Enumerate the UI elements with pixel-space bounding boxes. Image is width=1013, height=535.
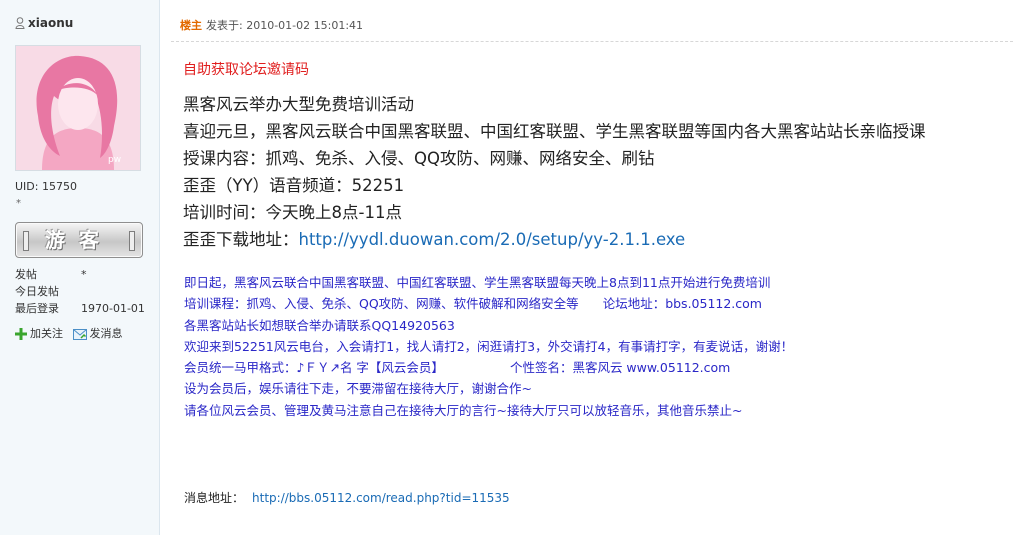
stat-today-label: 今日发帖 [15, 285, 59, 298]
notice-line: 会员统一马甲格式：♪ＦＹ↗名 字【风云会员】 个性签名：黑客风云 www.0511… [184, 357, 793, 378]
send-message-button[interactable]: 发消息 [72, 325, 123, 343]
notice-line: 各黑客站站长如想联合举办请联系QQ14920563 [184, 317, 455, 333]
news-address-label: 消息地址： [184, 491, 245, 505]
download-label: 歪歪下载地址： [183, 230, 299, 249]
badge-bar-right-icon [129, 231, 135, 251]
user-star: * [16, 198, 21, 209]
post-line: 黑客风云举办大型免费培训活动 [183, 95, 414, 114]
post-timestamp: 发表于: 2010-01-02 15:01:41 [206, 19, 364, 32]
news-address-link[interactable]: http://bbs.05112.com/read.php?tid=11535 [252, 491, 510, 505]
user-icon [15, 17, 25, 29]
post-line: 喜迎元旦，黑客风云联合中国黑客联盟、中国红客联盟、学生黑客联盟等国内各大黑客站站… [183, 122, 926, 141]
stat-posts: 发帖 * [15, 266, 145, 283]
post-header: 楼主 发表于: 2010-01-02 15:01:41 [180, 17, 363, 33]
envelope-icon [72, 329, 87, 343]
user-uid: UID: 15750 [15, 180, 77, 193]
send-message-label: 发消息 [89, 327, 123, 340]
badge-bar-left-icon [23, 231, 29, 251]
notice-forum-address: 论坛地址：bbs.05112.com [602, 296, 762, 312]
notice-courses: 培训课程：抓鸡、入侵、免杀、QQ攻防、网赚、软件破解和网络安全等 [184, 296, 579, 312]
user-actions: 加关注 发消息 [15, 325, 129, 343]
follow-button[interactable]: 加关注 [15, 325, 63, 343]
notice-line: 设为会员后，娱乐请往下走，不要滞留在接待大厅，谢谢合作~ [184, 381, 532, 397]
stat-last-login: 最后登录 1970-01-01 [15, 300, 145, 317]
download-link[interactable]: http://yydl.duowan.com/2.0/setup/yy-2.1.… [299, 230, 686, 249]
username-row: xiaonu [15, 16, 73, 30]
notice-line: 欢迎来到52251风云电台，入会请打1，找人请打2，闲逛请打3，外交请打4，有事… [184, 338, 794, 354]
download-line: 歪歪下载地址：http://yydl.duowan.com/2.0/setup/… [183, 226, 926, 253]
avatar[interactable]: pw [15, 45, 141, 171]
post-line: 授课内容：抓鸡、免杀、入侵、QQ攻防、网赚、网络安全、刷钻 [183, 149, 655, 168]
post-line: 歪歪（YY）语音频道：52251 [183, 176, 405, 195]
post-title: 自助获取论坛邀请码 [183, 62, 309, 78]
owner-tag: 楼主 [180, 19, 202, 32]
notice-nickname-format: 会员统一马甲格式：♪ＦＹ↗名 字【风云会员】 [184, 360, 444, 376]
avatar-watermark: pw [108, 155, 121, 165]
follow-label: 加关注 [30, 327, 63, 340]
post-divider [171, 41, 1013, 42]
notice-line: 即日起，黑客风云联合中国黑客联盟、中国红客联盟、学生黑客联盟每天晚上8点到11点… [184, 275, 771, 290]
stat-today-posts: 今日发帖 [15, 283, 145, 300]
notice-line: 请各位风云会员、管理及黄马注意自己在接待大厅的言行~接待大厅只可以放轻音乐，其他… [184, 402, 743, 418]
stat-last-login-value: 1970-01-01 [81, 302, 145, 315]
news-address: 消息地址： http://bbs.05112.com/read.php?tid=1… [184, 489, 510, 506]
post-body-notice: 即日起，黑客风云联合中国黑客联盟、中国红客联盟、学生黑客联盟每天晚上8点到11点… [184, 272, 793, 421]
user-sidebar: xiaonu pw UID: 15750 * 游客 发帖 * 今日发帖 最后登录 1… [0, 0, 160, 535]
stat-posts-value: * [81, 268, 87, 281]
user-stats: 发帖 * 今日发帖 最后登录 1970-01-01 [15, 266, 145, 317]
rank-badge: 游客 [15, 222, 143, 258]
notice-signature: 个性签名：黑客风云 www.05112.com [509, 360, 731, 376]
plus-icon [15, 328, 27, 343]
stat-last-login-label: 最后登录 [15, 302, 59, 315]
notice-line: 培训课程：抓鸡、入侵、免杀、QQ攻防、网赚、软件破解和网络安全等 论坛地址：bbs… [184, 293, 793, 314]
username[interactable]: xiaonu [28, 16, 73, 30]
rank-badge-label: 游客 [45, 228, 113, 252]
stat-posts-label: 发帖 [15, 268, 37, 281]
post-body-main: 黑客风云举办大型免费培训活动 喜迎元旦，黑客风云联合中国黑客联盟、中国红客联盟、… [183, 91, 926, 253]
avatar-image: pw [16, 46, 140, 170]
post-line: 培训时间：今天晚上8点-11点 [183, 203, 402, 222]
